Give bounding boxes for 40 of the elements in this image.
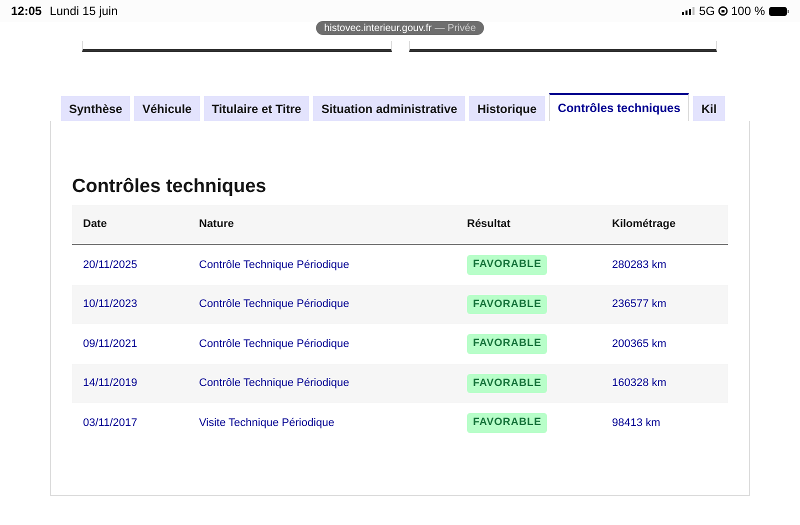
table-cell: 160328 km [612, 377, 666, 390]
result-badge: FAVORABLE [467, 413, 548, 434]
tab[interactable]: Situation administrative [313, 96, 466, 121]
result-badge: FAVORABLE [467, 334, 548, 354]
tab[interactable]: Véhicule [134, 96, 200, 121]
table-cell: 03/11/2017 [83, 416, 138, 429]
column-header: Kilométrage [612, 218, 676, 230]
table-cell: 20/11/2025 [83, 258, 138, 271]
column-header: Résultat [467, 218, 510, 230]
battery-icon [769, 6, 789, 16]
battery-label: 100 % [730, 3, 765, 20]
table-cell: 236577 km [612, 298, 666, 310]
signal-icon [682, 7, 695, 15]
column-header: Nature [199, 218, 234, 230]
tab[interactable]: Synthèse [61, 96, 130, 121]
tab[interactable]: Kil [693, 96, 725, 121]
table-cell: Contrôle Technique Périodique [199, 338, 350, 350]
table-cell: Visite Technique Périodique [199, 416, 334, 429]
table-cell: 200365 km [612, 338, 666, 350]
network-label: 5G [698, 3, 715, 20]
result-badge: FAVORABLE [467, 294, 548, 314]
table-cell: 10/11/2023 [83, 298, 138, 310]
table-cell: 280283 km [612, 258, 666, 271]
table-cell: Contrôle Technique Périodique [199, 298, 350, 310]
tab[interactable]: Historique [469, 96, 545, 121]
status-date: Lundi 15 juin [50, 3, 118, 20]
url-pill[interactable]: histovec.interieur.gouv.fr — Privée [316, 21, 484, 35]
table-cell: Contrôle Technique Périodique [199, 258, 350, 271]
table-cell: Contrôle Technique Périodique [199, 377, 350, 390]
rotation-lock-icon [718, 6, 728, 16]
table-cell: 14/11/2019 [83, 377, 138, 390]
tab[interactable]: Titulaire et Titre [204, 96, 310, 121]
column-header: Date [83, 218, 107, 230]
table-cell: 09/11/2021 [83, 338, 138, 350]
tab[interactable]: Contrôles techniques [548, 93, 690, 121]
result-badge: FAVORABLE [467, 374, 548, 394]
result-badge: FAVORABLE [467, 254, 548, 275]
section-title: Contrôles techniques [72, 175, 266, 199]
status-time: 12:05 [11, 3, 42, 20]
table-cell: 98413 km [612, 416, 660, 429]
